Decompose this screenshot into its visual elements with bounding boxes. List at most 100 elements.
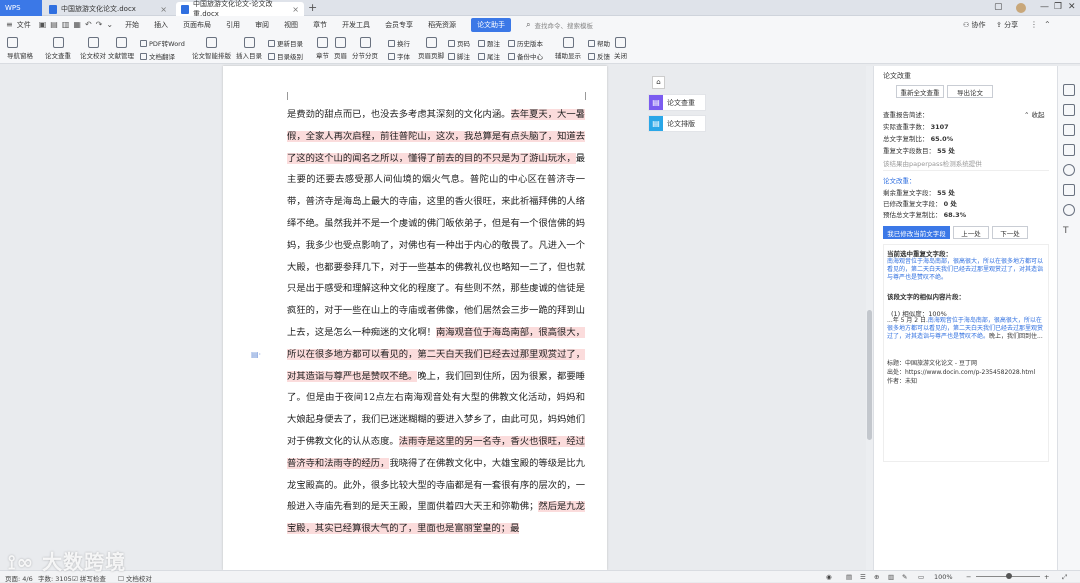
smart-layout-button[interactable]: 论文智能排版 — [192, 37, 231, 60]
nav-pane-button[interactable]: 导航窗格 — [7, 37, 33, 60]
eye-icon[interactable]: ◉ — [826, 573, 832, 581]
pen-icon[interactable] — [1063, 104, 1075, 116]
pdf-to-word-button[interactable]: PDF转Word — [140, 38, 185, 48]
web-view-icon[interactable]: ⊕ — [874, 573, 879, 581]
home-icon[interactable]: ⌂ — [652, 76, 665, 89]
float-layout-button[interactable]: ▤ 论文排版 — [648, 115, 706, 132]
help-button[interactable]: 帮助 — [588, 38, 610, 48]
font-button[interactable]: 字体 — [388, 51, 410, 61]
scroll-thumb[interactable] — [867, 310, 872, 440]
outline-view-icon[interactable]: ☰ — [860, 573, 866, 581]
minimize-icon[interactable]: — — [1040, 2, 1049, 12]
fit-page-icon[interactable]: ⤢ — [1062, 573, 1067, 582]
more-icon[interactable]: ⋮ — [1030, 20, 1038, 29]
menu-view[interactable]: 视图 — [284, 20, 298, 30]
footnote-button[interactable]: 脚注 — [448, 51, 470, 61]
page-number-button[interactable]: 页码 — [448, 38, 470, 48]
mark-modified-button[interactable]: 我已修改当前文字段 — [883, 226, 950, 239]
menu-docer[interactable]: 稻壳资源 — [428, 20, 456, 30]
select-icon[interactable] — [1063, 124, 1075, 136]
update-toc-button[interactable]: 更新目录 — [268, 38, 303, 48]
close-window-icon[interactable]: ✕ — [1068, 2, 1076, 12]
history-button[interactable]: 历史版本 — [508, 38, 543, 48]
close-icon[interactable]: × — [292, 5, 299, 14]
layout-icon[interactable]: ▢ — [994, 2, 1003, 12]
recheck-button[interactable]: 重新全文查重 — [896, 85, 944, 98]
menu-file[interactable]: 文件 — [17, 20, 31, 30]
section-break-button[interactable]: 分节分页 — [352, 37, 378, 60]
page-button[interactable]: 页眉 — [334, 37, 347, 60]
menu-member[interactable]: 会员专享 — [385, 20, 413, 30]
zoom-out-toggle[interactable]: ▭ — [918, 573, 924, 581]
collapse-button[interactable]: ⌃ 收起 — [1024, 109, 1045, 119]
command-search[interactable]: 查找命令、搜索模板 — [535, 20, 594, 30]
zoom-level[interactable]: 100% — [934, 573, 953, 581]
paragraph-marker-icon[interactable]: ▤· — [251, 350, 261, 359]
document-body[interactable]: 是费劲的甜点而已，也没去多考虑其深刻的文化内涵。去年夏天，大一暑假，全家人再次启… — [287, 104, 585, 540]
zoom-plus-icon[interactable]: + — [1044, 573, 1049, 581]
doc-tab-2[interactable]: 中国旅游文化论文-论文改重.docx × — [176, 0, 304, 18]
prev-button[interactable]: 上一处 — [953, 226, 989, 239]
menu-chapter[interactable]: 章节 — [313, 20, 327, 30]
redo-icon[interactable]: ↷ — [96, 20, 103, 29]
cursor-icon[interactable] — [1063, 84, 1075, 96]
toc-level-dropdown[interactable]: 目录级别 — [268, 51, 303, 61]
settings-icon[interactable] — [1063, 144, 1075, 156]
hamburger-icon[interactable]: ≡ — [6, 20, 13, 29]
save-icon[interactable]: ▣ — [39, 20, 47, 29]
chevron-down-icon[interactable]: ⌄ — [106, 20, 113, 29]
chevron-up-icon[interactable]: ⌃ — [1044, 20, 1051, 29]
zoom-minus-icon[interactable]: − — [966, 573, 971, 581]
menu-home[interactable]: 开始 — [125, 20, 139, 30]
menu-insert[interactable]: 插入 — [154, 20, 168, 30]
header-footer-button[interactable]: 页眉页脚 — [418, 37, 444, 60]
zoom-slider-handle[interactable] — [1006, 573, 1012, 579]
print-icon[interactable]: ▤ — [50, 20, 58, 29]
endnote-button[interactable]: 尾注 — [478, 51, 500, 61]
page-view-icon[interactable]: ▤ — [846, 573, 852, 581]
menu-paper-assistant[interactable]: 论文助手 — [471, 17, 512, 32]
source-title: 该段文字的相似内容片段： — [887, 293, 965, 301]
next-button[interactable]: 下一处 — [992, 226, 1028, 239]
wps-home-tab[interactable]: WPS — [0, 0, 42, 16]
meta-source-link[interactable]: 出处：https://www.docin.com/p-2354582028.ht… — [887, 367, 1035, 376]
location-icon[interactable] — [1063, 204, 1075, 216]
vertical-scrollbar[interactable] — [866, 66, 873, 570]
restore-icon[interactable]: ❐ — [1054, 2, 1062, 12]
close-panel-button[interactable]: 关闭 — [614, 37, 627, 60]
menu-layout[interactable]: 页面布局 — [183, 20, 211, 30]
undo-icon[interactable]: ↶ — [85, 20, 92, 29]
line-break-button[interactable]: 换行 — [388, 38, 410, 48]
menu-dev-tools[interactable]: 开发工具 — [342, 20, 370, 30]
caption-button[interactable]: 题注 — [478, 38, 500, 48]
paper-check-button[interactable]: 论文查重 — [45, 37, 71, 60]
export-icon[interactable]: ▦ — [73, 20, 81, 29]
proofread-label: 论文校对 — [80, 52, 106, 60]
doc-tab-1[interactable]: 中国旅游文化论文.docx × — [44, 2, 172, 16]
menu-review[interactable]: 审阅 — [255, 20, 269, 30]
float-check-button[interactable]: ▤ 论文查重 — [648, 94, 706, 111]
share-button[interactable]: ⇪ 分享 — [996, 20, 1018, 30]
backup-button[interactable]: 备份中心 — [508, 51, 543, 61]
chapter-button[interactable]: 章节 — [316, 37, 329, 60]
feedback-button[interactable]: 反馈 — [588, 51, 610, 61]
new-tab-icon[interactable]: + — [308, 1, 317, 14]
menu-references[interactable]: 引用 — [226, 20, 240, 30]
aux-display-button[interactable]: 辅助显示 — [555, 37, 581, 60]
doc-manage-button[interactable]: 文献管理 — [108, 37, 134, 60]
panel-title: 论文改重 — [883, 72, 911, 80]
insert-toc-button[interactable]: 插入目录 — [236, 37, 262, 60]
proofread-button[interactable]: 论文校对 — [80, 37, 106, 60]
reading-view-icon[interactable]: ▥ — [888, 573, 894, 581]
edit-view-icon[interactable]: ✎ — [902, 573, 907, 581]
help-icon[interactable] — [1063, 164, 1075, 176]
text-icon[interactable]: T — [1063, 226, 1075, 238]
collab-button[interactable]: ⚇ 协作 — [963, 20, 986, 30]
share-icon[interactable] — [1063, 184, 1075, 196]
preview-icon[interactable]: ▥ — [62, 20, 70, 29]
avatar[interactable] — [1016, 3, 1026, 13]
export-paper-button[interactable]: 导出论文 — [947, 85, 993, 98]
document-page[interactable]: 是费劲的甜点而已，也没去多考虑其深刻的文化内涵。去年夏天，大一暑假，全家人再次启… — [223, 66, 607, 570]
translate-button[interactable]: 文档翻译 — [140, 51, 175, 61]
close-icon[interactable]: × — [160, 5, 167, 14]
